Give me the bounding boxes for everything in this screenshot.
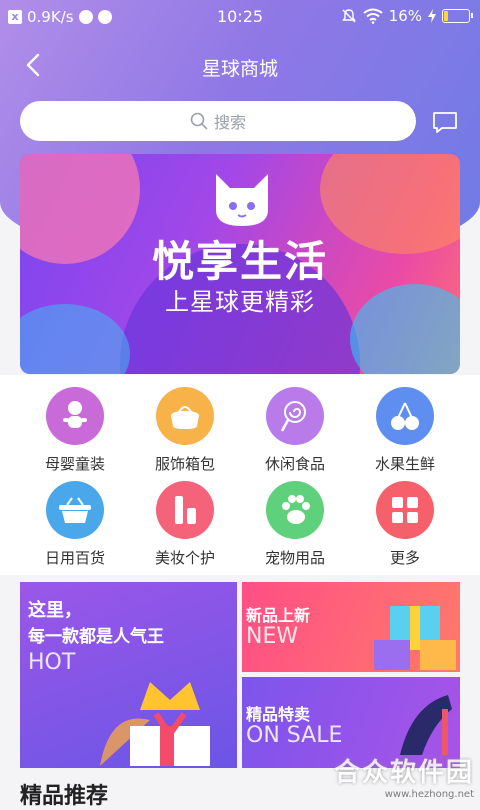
battery-percent: 16%: [388, 7, 422, 25]
cherry-icon: [376, 387, 434, 445]
banner-headline: 悦享生活: [151, 237, 328, 286]
promo-sale-title: 精品特卖: [246, 705, 311, 724]
handbag-icon: [156, 387, 214, 445]
cosmetics-icon: [156, 481, 214, 539]
gift-box-icon: [374, 606, 456, 670]
banner-subline: 上星球更精彩: [165, 288, 315, 316]
search-input[interactable]: 搜索: [20, 101, 416, 141]
category-label: 休闲食品: [264, 455, 325, 473]
category-label: 更多: [389, 549, 420, 567]
category-more[interactable]: 更多: [350, 481, 460, 568]
category-label: 服饰箱包: [154, 455, 215, 473]
category-fruit-fresh[interactable]: 水果生鲜: [350, 387, 460, 474]
category-daily-goods[interactable]: 日用百货: [20, 481, 130, 568]
category-label: 日用百货: [44, 549, 105, 567]
message-button[interactable]: [432, 111, 458, 135]
cat-mascot-icon: [216, 174, 268, 226]
promo-hot-line1: 这里，: [28, 600, 82, 621]
crown-gift-icon: [100, 682, 210, 766]
promo-sale-sub: ON SALE: [246, 723, 343, 748]
category-apparel-bags[interactable]: 服饰箱包: [130, 387, 240, 474]
category-label: 水果生鲜: [374, 455, 435, 473]
promo-new-sub: NEW: [246, 624, 299, 649]
mute-bell-icon: [341, 9, 356, 23]
category-label: 母婴童装: [44, 455, 105, 473]
promo-hot-line3: HOT: [28, 650, 76, 675]
category-grid: 母婴童装 服饰箱包 休闲食品 水果生鲜 日用百货 美妆个护 宠物用品 更多: [0, 375, 480, 575]
category-pet-supplies[interactable]: 宠物用品: [240, 481, 350, 568]
status-bar: x 0.9K/s 10:25 16%: [0, 0, 480, 34]
promo-new[interactable]: 新品上新 NEW: [242, 582, 460, 672]
watermark-url: www.hezhong.net: [384, 789, 474, 800]
category-label: 宠物用品: [264, 549, 325, 567]
category-label: 美妆个护: [154, 549, 215, 567]
wifi-icon: [363, 8, 383, 24]
basket-icon: [46, 481, 104, 539]
battery-icon: [442, 9, 473, 23]
promo-new-title: 新品上新: [246, 606, 311, 625]
category-snacks[interactable]: 休闲食品: [240, 387, 350, 474]
grid-icon: [376, 481, 434, 539]
watermark-name: 合众软件园: [333, 758, 474, 788]
search-icon: [190, 112, 208, 130]
promo-hot[interactable]: 这里， 每一款都是人气王 HOT: [20, 582, 237, 768]
watermark: 合众软件园 www.hezhong.net: [334, 752, 474, 800]
baby-icon: [46, 387, 104, 445]
search-placeholder: 搜索: [213, 113, 246, 132]
promo-banner[interactable]: 悦享生活 上星球更精彩: [20, 154, 460, 374]
charging-icon: [428, 9, 436, 23]
page-title: 星球商城: [201, 58, 278, 80]
category-beauty-care[interactable]: 美妆个护: [130, 481, 240, 568]
paw-icon: [266, 481, 324, 539]
promo-hot-line2: 每一款都是人气王: [28, 627, 164, 647]
category-mother-baby[interactable]: 母婴童装: [20, 387, 130, 474]
lollipop-icon: [266, 387, 324, 445]
section-title: 精品推荐: [20, 784, 109, 809]
